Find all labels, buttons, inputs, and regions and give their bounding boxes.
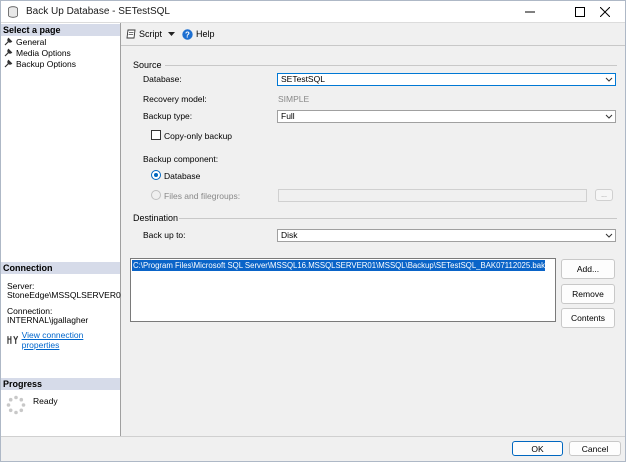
script-button[interactable]: Script — [126, 29, 162, 39]
page-item-label: Media Options — [16, 47, 71, 58]
wrench-icon — [4, 59, 13, 68]
component-files-label: Files and filegroups: — [164, 191, 241, 201]
chevron-down-icon — [605, 114, 613, 119]
progress-status: Ready — [33, 396, 58, 406]
back-up-to-select[interactable]: Disk — [277, 229, 616, 242]
component-files-radio[interactable] — [151, 190, 161, 200]
progress-spinner-icon — [6, 395, 26, 415]
page-item-label: General — [16, 36, 47, 47]
backup-database-window: Back Up Database - SETestSQL Select a pa… — [0, 0, 626, 462]
destination-group-label: Destination — [133, 213, 179, 223]
progress-header: Progress — [1, 378, 120, 390]
component-database-radio[interactable] — [151, 170, 161, 180]
ok-button[interactable]: OK — [512, 441, 563, 456]
browse-files-button[interactable]: ... — [595, 189, 613, 201]
cancel-button[interactable]: Cancel — [569, 441, 621, 456]
database-select[interactable]: SETestSQL — [277, 73, 616, 86]
toolbar-divider — [121, 45, 625, 46]
select-page-header: Select a page — [1, 24, 120, 36]
chevron-down-icon — [605, 77, 613, 82]
remove-destination-button[interactable]: Remove — [561, 284, 615, 304]
left-pane: Select a page General Media Options Back… — [1, 23, 125, 436]
toolbar: Script ? Help — [121, 23, 625, 45]
script-dropdown-button[interactable] — [168, 31, 178, 37]
connection-header: Connection — [1, 262, 120, 274]
chevron-down-icon — [605, 233, 613, 238]
page-item-general[interactable]: General — [4, 36, 46, 47]
server-value: StoneEdge\MSSQLSERVER01 — [7, 290, 126, 300]
svg-text:?: ? — [185, 30, 190, 39]
dialog-footer: OK Cancel — [1, 436, 625, 461]
files-filegroups-field — [278, 189, 587, 202]
view-connection-properties[interactable]: View connection properties — [7, 330, 120, 350]
back-up-to-value: Disk — [281, 230, 298, 240]
help-label: Help — [196, 29, 215, 39]
minimize-button[interactable] — [510, 1, 550, 23]
wrench-icon — [4, 37, 13, 46]
backup-type-select[interactable]: Full — [277, 110, 616, 123]
copy-only-label: Copy-only backup — [164, 131, 233, 141]
title-bar: Back Up Database - SETestSQL — [1, 1, 625, 23]
view-connection-link[interactable]: View connection properties — [22, 330, 120, 350]
close-icon — [600, 7, 610, 17]
maximize-icon — [575, 7, 585, 17]
database-label: Database: — [143, 74, 182, 84]
destination-divider — [179, 218, 617, 219]
back-up-to-label: Back up to: — [143, 230, 186, 240]
minimize-icon — [525, 11, 535, 13]
page-item-label: Backup Options — [16, 58, 77, 69]
component-database-label: Database — [164, 171, 201, 181]
main-pane: Script ? Help Source Database: SETestSQL… — [121, 23, 625, 436]
list-item[interactable]: C:\Program Files\Microsoft SQL Server\MS… — [132, 260, 545, 271]
recovery-model-label: Recovery model: — [143, 94, 207, 104]
script-label: Script — [139, 29, 163, 39]
close-button[interactable] — [585, 1, 625, 23]
backup-type-label: Backup type: — [143, 111, 193, 121]
help-icon: ? — [182, 28, 193, 40]
backup-type-value: Full — [281, 111, 295, 121]
source-group-label: Source — [133, 60, 162, 70]
script-icon — [126, 29, 136, 39]
copy-only-checkbox[interactable] — [151, 130, 161, 140]
wrench-icon — [4, 48, 13, 57]
connection-properties-icon — [7, 335, 19, 344]
database-icon — [8, 6, 18, 18]
connection-value: INTERNAL\jgallagher — [7, 315, 89, 325]
recovery-model-value: SIMPLE — [278, 94, 310, 104]
backup-destination-list[interactable]: C:\Program Files\Microsoft SQL Server\MS… — [130, 258, 556, 322]
backup-component-label: Backup component: — [143, 154, 219, 164]
caret-down-icon — [168, 31, 176, 36]
page-item-media-options[interactable]: Media Options — [4, 47, 71, 58]
add-destination-button[interactable]: Add... — [561, 259, 615, 279]
source-divider — [165, 65, 617, 66]
contents-button[interactable]: Contents — [561, 308, 615, 328]
help-button[interactable]: ? Help — [182, 28, 215, 40]
database-value: SETestSQL — [281, 74, 325, 84]
page-item-backup-options[interactable]: Backup Options — [4, 58, 76, 69]
window-title: Back Up Database - SETestSQL — [26, 6, 170, 17]
